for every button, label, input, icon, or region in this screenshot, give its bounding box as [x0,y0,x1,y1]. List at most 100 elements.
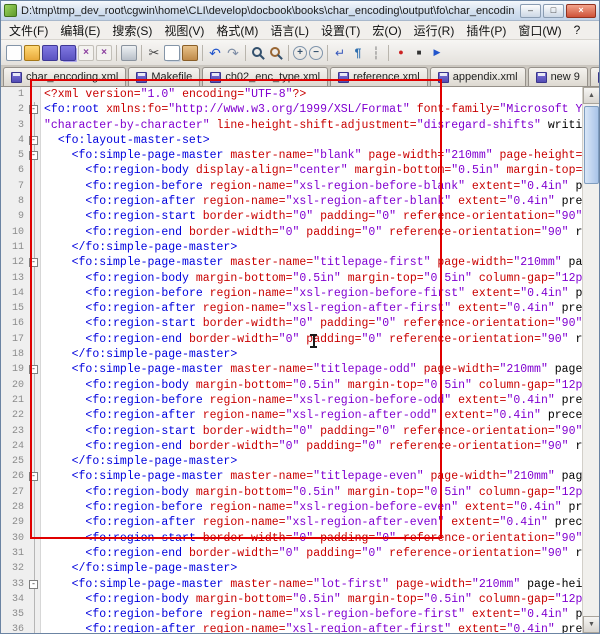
code-text[interactable]: </fo:simple-page-master> [41,347,582,362]
line-number[interactable]: 34 [1,591,28,608]
code-text[interactable]: <fo:simple-page-master master-name="titl… [41,469,582,484]
code-line[interactable]: 13 <fo:region-body margin-bottom="0.5in"… [1,270,582,287]
line-number[interactable]: 2 [1,102,28,118]
fold-collapse-icon[interactable]: - [29,151,38,161]
code-text[interactable]: <fo:region-end border-width="0" padding=… [41,546,582,561]
save-icon[interactable] [42,44,58,61]
code-line[interactable]: 22 <fo:region-after region-name="xsl-reg… [1,408,582,424]
line-number[interactable]: 26 [1,469,28,485]
line-number[interactable]: 10 [1,224,28,240]
menu-item[interactable]: 运行(R) [408,21,461,40]
fold-collapse-icon[interactable]: - [29,365,38,375]
document-tab[interactable]: ch02_enc_type.xml [202,67,329,86]
code-text[interactable]: <fo:region-end border-width="0" padding=… [41,332,582,347]
line-number[interactable]: 9 [1,209,28,225]
menu-item[interactable]: 设置(T) [315,21,366,40]
line-number[interactable]: 19 [1,362,28,378]
editor-area[interactable]: 1 <?xml version="1.0" encoding="UTF-8"?> 2… [1,87,599,633]
title-bar[interactable]: D:\tmp\tmp_dev_root\cgwin\home\CLI\devel… [1,1,599,21]
code-line[interactable]: 15 <fo:region-after region-name="xsl-reg… [1,301,582,317]
code-text[interactable]: <fo:region-end border-width="0" padding=… [41,439,582,454]
code-text[interactable]: <?xml version="1.0" encoding="UTF-8"?> [41,87,582,102]
scroll-up-arrow[interactable]: ▲ [583,87,599,104]
code-line[interactable]: 27 <fo:region-body margin-bottom="0.5in"… [1,484,582,501]
menu-item[interactable]: 视图(V) [158,21,210,40]
fold-collapse-icon[interactable]: - [29,105,38,115]
redo-icon[interactable]: ↷ [225,45,241,61]
find-icon[interactable] [250,45,266,61]
code-text[interactable]: <fo:region-before region-name="xsl-regio… [41,179,582,194]
print-icon[interactable] [121,44,137,61]
menu-item[interactable]: 文件(F) [3,21,54,40]
line-number[interactable]: 27 [1,484,28,501]
fold-collapse-icon[interactable]: - [29,258,38,268]
code-line[interactable]: 10 <fo:region-end border-width="0" paddi… [1,224,582,241]
line-number[interactable]: 28 [1,500,28,516]
line-number[interactable]: 11 [1,239,28,256]
code-text[interactable]: <fo:region-body margin-bottom="0.5in" ma… [41,485,582,500]
code-line[interactable]: 32 </fo:simple-page-master> [1,561,582,577]
line-number[interactable]: 29 [1,515,28,531]
code-text[interactable]: </fo:simple-page-master> [41,561,582,576]
paste-icon[interactable] [182,44,198,61]
document-tab[interactable]: appendix.xml [429,67,526,86]
show-all-characters-icon[interactable]: ¶ [350,45,366,61]
line-number[interactable]: 6 [1,163,28,179]
code-line[interactable]: 2- <fo:root xmlns:fo="http://www.w3.org/1… [1,102,582,118]
line-number[interactable]: 12 [1,255,28,271]
code-line[interactable]: 31 <fo:region-end border-width="0" paddi… [1,545,582,562]
code-line[interactable]: 35 <fo:region-before region-name="xsl-re… [1,607,582,623]
replace-icon[interactable] [268,45,284,61]
document-tab[interactable]: new 9 [527,67,588,86]
cut-icon[interactable]: ✂ [146,45,162,61]
code-text[interactable]: </fo:simple-page-master> [41,240,582,255]
code-text[interactable]: <fo:region-before region-name="xsl-regio… [41,607,582,622]
menu-item[interactable]: 编辑(E) [54,21,106,40]
code-text[interactable]: <fo:region-after region-name="xsl-region… [41,408,582,423]
document-tab[interactable]: Makefile [128,67,201,86]
line-number[interactable]: 25 [1,454,28,470]
code-line[interactable]: 24 <fo:region-end border-width="0" paddi… [1,438,582,455]
code-text[interactable]: <fo:region-body display-align="center" m… [41,163,582,178]
code-text[interactable]: <fo:layout-master-set> [41,133,582,148]
code-text[interactable]: <fo:region-after region-name="xsl-region… [41,622,582,633]
line-number[interactable]: 8 [1,194,28,210]
code-line[interactable]: 23 <fo:region-start border-width="0" pad… [1,423,582,440]
code-text[interactable]: <fo:region-start border-width="0" paddin… [41,424,582,439]
line-number[interactable]: 24 [1,438,28,455]
menu-item[interactable]: 搜索(S) [106,21,158,40]
code-line[interactable]: 4- <fo:layout-master-set> [1,132,582,149]
save-all-icon[interactable] [60,44,76,61]
code-text[interactable]: <fo:region-start border-width="0" paddin… [41,531,582,546]
code-text[interactable]: <fo:region-body margin-bottom="0.5in" ma… [41,271,582,286]
code-line[interactable]: 17 <fo:region-end border-width="0" paddi… [1,331,582,348]
code-line[interactable]: 3 "character-by-character" line-height-sh… [1,117,582,134]
code-line[interactable]: 16 <fo:region-start border-width="0" pad… [1,316,582,333]
code-line[interactable]: 6 <fo:region-body display-align="center"… [1,163,582,180]
code-line[interactable]: 29 <fo:region-after region-name="xsl-reg… [1,515,582,531]
menu-item[interactable]: 宏(O) [366,21,407,40]
code-line[interactable]: 7 <fo:region-before region-name="xsl-reg… [1,178,582,195]
play-macro-icon[interactable]: ▶ [429,45,445,61]
code-line[interactable]: 33- <fo:simple-page-master master-name="… [1,576,582,593]
document-tab[interactable]: reference.xml [330,67,428,86]
fold-collapse-icon[interactable]: - [29,579,38,589]
menu-item[interactable]: 插件(P) [460,21,512,40]
undo-icon[interactable]: ↶ [207,45,223,61]
line-number[interactable]: 1 [1,87,28,103]
line-number[interactable]: 18 [1,347,28,363]
line-number[interactable]: 36 [1,622,28,633]
code-line[interactable]: 5- <fo:simple-page-master master-name="b… [1,148,582,164]
code-line[interactable]: 20 <fo:region-body margin-bottom="0.5in"… [1,377,582,394]
document-tab[interactable]: char_encoding.xml [3,67,127,86]
code-line[interactable]: 8 <fo:region-after region-name="xsl-regi… [1,194,582,210]
stop-macro-icon[interactable]: ■ [411,45,427,61]
line-number[interactable]: 20 [1,377,28,393]
line-number[interactable]: 32 [1,561,28,577]
code-text[interactable]: <fo:simple-page-master master-name="titl… [41,255,582,270]
code-text[interactable]: <fo:region-start border-width="0" paddin… [41,209,582,224]
code-text[interactable]: <fo:region-end border-width="0" padding=… [41,225,582,240]
code-line[interactable]: 12- <fo:simple-page-master master-name="… [1,255,582,271]
line-number[interactable]: 3 [1,117,28,133]
close-all-icon[interactable]: × [96,44,112,61]
